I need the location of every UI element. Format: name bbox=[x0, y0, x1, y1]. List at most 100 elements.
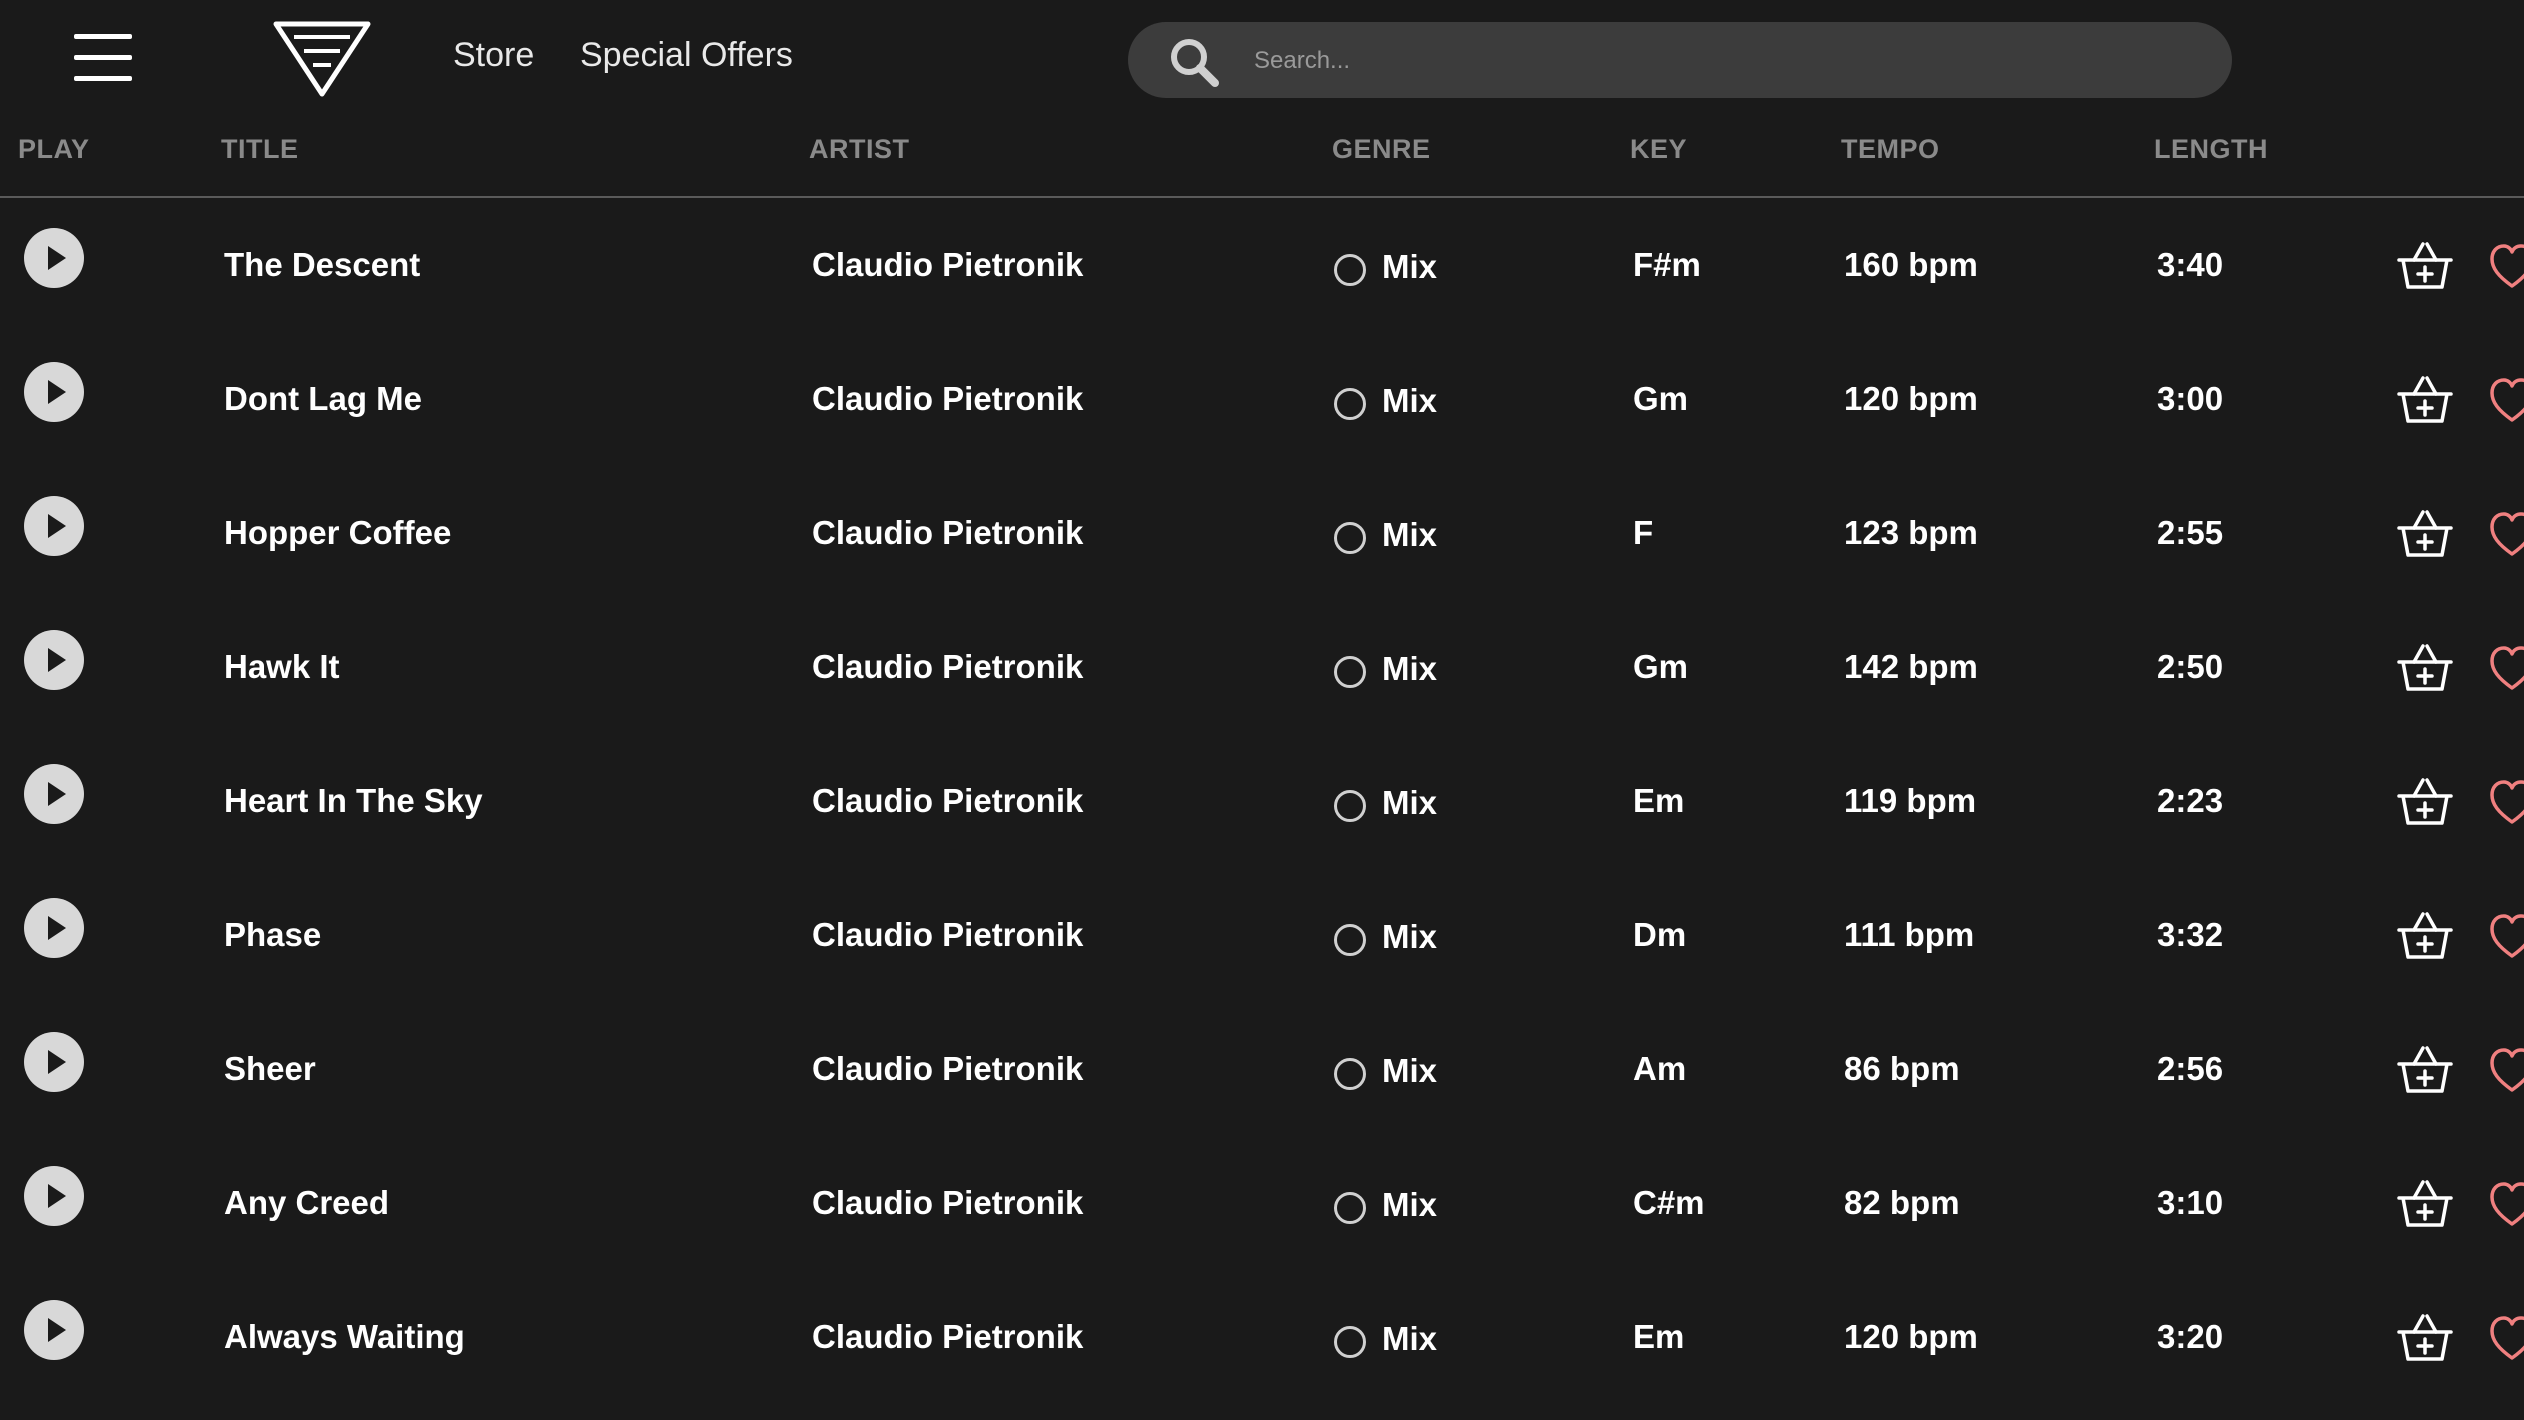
column-header-title[interactable]: TITLE bbox=[221, 134, 299, 165]
track-key: F#m bbox=[1633, 246, 1701, 283]
track-title[interactable]: Phase bbox=[224, 916, 321, 954]
table-header: PLAY TITLE ARTIST GENRE KEY TEMPO LENGTH bbox=[0, 120, 2524, 198]
track-title[interactable]: Any Creed bbox=[224, 1184, 389, 1222]
radio-icon[interactable] bbox=[1334, 924, 1366, 956]
nav-special-offers-link[interactable]: Special Offers bbox=[580, 36, 793, 75]
basket-add-icon[interactable] bbox=[2396, 1312, 2454, 1364]
radio-icon[interactable] bbox=[1334, 254, 1366, 286]
track-row[interactable]: Phase Claudio Pietronik Mix Dm 111 bpm 3… bbox=[0, 868, 2524, 1002]
heart-icon[interactable] bbox=[2488, 374, 2524, 426]
track-tempo: 86 bpm bbox=[1844, 1050, 1960, 1087]
column-header-tempo[interactable]: TEMPO bbox=[1841, 134, 1940, 165]
play-icon[interactable] bbox=[24, 228, 84, 288]
track-genre: Mix bbox=[1382, 784, 1438, 821]
track-length: 2:56 bbox=[2157, 1050, 2224, 1087]
heart-icon[interactable] bbox=[2488, 508, 2524, 560]
radio-icon[interactable] bbox=[1334, 1192, 1366, 1224]
column-header-artist[interactable]: ARTIST bbox=[809, 134, 910, 165]
track-length: 2:23 bbox=[2157, 782, 2224, 819]
track-length: 3:32 bbox=[2157, 916, 2224, 953]
track-row[interactable]: The Descent Claudio Pietronik Mix F#m 16… bbox=[0, 198, 2524, 332]
play-icon[interactable] bbox=[24, 1032, 84, 1092]
track-title[interactable]: Always Waiting bbox=[224, 1318, 465, 1356]
radio-icon[interactable] bbox=[1334, 656, 1366, 688]
play-icon[interactable] bbox=[24, 362, 84, 422]
search-input[interactable] bbox=[1252, 36, 2196, 86]
basket-add-icon[interactable] bbox=[2396, 374, 2454, 426]
play-icon[interactable] bbox=[24, 764, 84, 824]
radio-icon[interactable] bbox=[1334, 388, 1366, 420]
track-length: 3:40 bbox=[2157, 246, 2224, 283]
column-header-key[interactable]: KEY bbox=[1630, 134, 1687, 165]
track-artist[interactable]: Claudio Pietronik bbox=[812, 514, 1083, 552]
radio-icon[interactable] bbox=[1334, 522, 1366, 554]
basket-add-icon[interactable] bbox=[2396, 642, 2454, 694]
track-tempo: 123 bpm bbox=[1844, 514, 1978, 551]
hamburger-icon[interactable] bbox=[74, 34, 132, 82]
column-header-play[interactable]: PLAY bbox=[18, 134, 90, 165]
track-tempo: 142 bpm bbox=[1844, 648, 1978, 685]
heart-icon[interactable] bbox=[2488, 642, 2524, 694]
search-icon[interactable] bbox=[1168, 36, 1220, 88]
track-artist[interactable]: Claudio Pietronik bbox=[812, 246, 1083, 284]
track-length: 2:55 bbox=[2157, 514, 2224, 551]
play-icon[interactable] bbox=[24, 496, 84, 556]
track-artist[interactable]: Claudio Pietronik bbox=[812, 380, 1083, 418]
track-row[interactable]: Heart In The Sky Claudio Pietronik Mix E… bbox=[0, 734, 2524, 868]
heart-icon[interactable] bbox=[2488, 1312, 2524, 1364]
track-tempo: 119 bpm bbox=[1844, 782, 1977, 819]
track-title[interactable]: Hawk It bbox=[224, 648, 340, 686]
play-icon[interactable] bbox=[24, 630, 84, 690]
heart-icon[interactable] bbox=[2488, 1044, 2524, 1096]
top-bar: Store Special Offers bbox=[0, 0, 2524, 120]
track-row[interactable]: Hawk It Claudio Pietronik Mix Gm 142 bpm… bbox=[0, 600, 2524, 734]
track-artist[interactable]: Claudio Pietronik bbox=[812, 782, 1083, 820]
track-title[interactable]: Dont Lag Me bbox=[224, 380, 422, 418]
track-key: Dm bbox=[1633, 916, 1687, 953]
track-artist[interactable]: Claudio Pietronik bbox=[812, 1050, 1083, 1088]
track-row[interactable]: Dont Lag Me Claudio Pietronik Mix Gm 120… bbox=[0, 332, 2524, 466]
track-title[interactable]: The Descent bbox=[224, 246, 420, 284]
track-genre: Mix bbox=[1382, 1186, 1438, 1223]
track-length: 3:20 bbox=[2157, 1318, 2224, 1355]
nav-store-link[interactable]: Store bbox=[453, 36, 534, 75]
heart-icon[interactable] bbox=[2488, 910, 2524, 962]
heart-icon[interactable] bbox=[2488, 776, 2524, 828]
basket-add-icon[interactable] bbox=[2396, 1178, 2454, 1230]
track-tempo: 82 bpm bbox=[1844, 1184, 1960, 1221]
column-header-length[interactable]: LENGTH bbox=[2154, 134, 2268, 165]
track-genre: Mix bbox=[1382, 918, 1438, 955]
logo-icon[interactable] bbox=[272, 20, 372, 98]
track-genre: Mix bbox=[1382, 650, 1438, 687]
basket-add-icon[interactable] bbox=[2396, 508, 2454, 560]
track-title[interactable]: Hopper Coffee bbox=[224, 514, 451, 552]
track-artist[interactable]: Claudio Pietronik bbox=[812, 648, 1083, 686]
track-row[interactable]: Sheer Claudio Pietronik Mix Am 86 bpm 2:… bbox=[0, 1002, 2524, 1136]
radio-icon[interactable] bbox=[1334, 1058, 1366, 1090]
track-row[interactable]: Always Waiting Claudio Pietronik Mix Em … bbox=[0, 1270, 2524, 1404]
basket-add-icon[interactable] bbox=[2396, 776, 2454, 828]
track-artist[interactable]: Claudio Pietronik bbox=[812, 1318, 1083, 1356]
track-artist[interactable]: Claudio Pietronik bbox=[812, 1184, 1083, 1222]
basket-add-icon[interactable] bbox=[2396, 910, 2454, 962]
track-tempo: 120 bpm bbox=[1844, 380, 1978, 417]
play-icon[interactable] bbox=[24, 898, 84, 958]
track-length: 3:10 bbox=[2157, 1184, 2224, 1221]
track-title[interactable]: Sheer bbox=[224, 1050, 316, 1088]
radio-icon[interactable] bbox=[1334, 790, 1366, 822]
play-icon[interactable] bbox=[24, 1166, 84, 1226]
heart-icon[interactable] bbox=[2488, 240, 2524, 292]
track-key: Gm bbox=[1633, 648, 1689, 685]
column-header-genre[interactable]: GENRE bbox=[1332, 134, 1431, 165]
track-length: 2:50 bbox=[2157, 648, 2224, 685]
track-row[interactable]: Hopper Coffee Claudio Pietronik Mix F 12… bbox=[0, 466, 2524, 600]
radio-icon[interactable] bbox=[1334, 1326, 1366, 1358]
heart-icon[interactable] bbox=[2488, 1178, 2524, 1230]
basket-add-icon[interactable] bbox=[2396, 240, 2454, 292]
track-row[interactable]: Any Creed Claudio Pietronik Mix C#m 82 b… bbox=[0, 1136, 2524, 1270]
basket-add-icon[interactable] bbox=[2396, 1044, 2454, 1096]
track-genre: Mix bbox=[1382, 248, 1438, 285]
track-title[interactable]: Heart In The Sky bbox=[224, 782, 483, 820]
play-icon[interactable] bbox=[24, 1300, 84, 1360]
track-artist[interactable]: Claudio Pietronik bbox=[812, 916, 1083, 954]
